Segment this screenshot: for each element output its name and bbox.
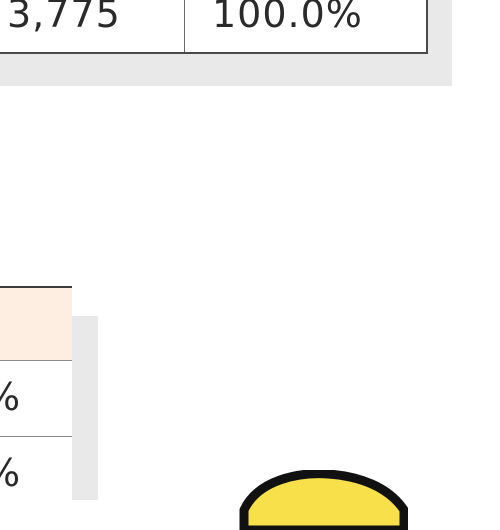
percent-cell: % xyxy=(0,451,20,495)
column-divider xyxy=(184,0,185,52)
table-row: % xyxy=(0,360,72,436)
total-count-cell: 3,775 xyxy=(7,0,121,36)
summary-table: 3,775 100.0% xyxy=(0,0,428,54)
mascot-illustration xyxy=(239,470,408,530)
mascot-head-outline xyxy=(239,470,408,530)
breakdown-table: % % xyxy=(0,286,72,500)
total-percent-cell: 100.0% xyxy=(212,0,363,36)
percent-cell: % xyxy=(0,375,20,419)
table-header-cell xyxy=(0,286,72,360)
table-row: % xyxy=(0,436,72,512)
